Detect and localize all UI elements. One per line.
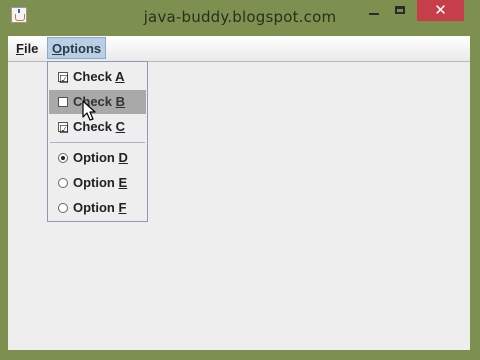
item-text: Check — [73, 69, 116, 84]
item-mnemonic: C — [115, 119, 126, 134]
minimize-button[interactable] — [360, 0, 388, 22]
checkbox-icon: ☑ — [58, 122, 69, 136]
menu-item-label: Option D — [73, 146, 128, 170]
item-mnemonic: B — [115, 94, 126, 109]
menu-file-mnemonic: F — [16, 41, 24, 56]
menu-file-label: ile — [23, 41, 39, 56]
close-icon: ✕ — [434, 1, 447, 19]
window-content: File Options ☑ Check A Check B ☑ Check C… — [8, 36, 470, 350]
item-mnemonic: A — [115, 69, 125, 84]
menu-options-mnemonic: O — [52, 41, 63, 56]
radio-selected-dot — [61, 156, 65, 160]
maximize-icon — [395, 6, 405, 14]
radio-icon — [58, 203, 68, 213]
menu-bar: File Options — [8, 36, 470, 62]
window-frame: java-buddy.blogspot.com ✕ File Options ☑… — [0, 0, 480, 360]
menu-options[interactable]: Options — [47, 37, 107, 59]
menu-item-label: Option E — [73, 171, 127, 195]
menu-item-label: Check A — [73, 65, 125, 89]
menu-item-label: Check B — [73, 90, 125, 114]
mouse-pointer-icon — [82, 100, 96, 121]
check-mark-icon: ☑ — [59, 73, 69, 86]
item-mnemonic: D — [118, 150, 128, 165]
maximize-button[interactable] — [388, 0, 414, 22]
menu-item-option-d[interactable]: Option D — [49, 146, 146, 170]
item-mnemonic: F — [118, 200, 127, 215]
item-mnemonic: E — [118, 175, 128, 190]
item-text: Option — [73, 200, 119, 215]
menu-item-check-a[interactable]: ☑ Check A — [49, 65, 146, 89]
radio-icon — [58, 153, 68, 163]
title-bar[interactable]: java-buddy.blogspot.com ✕ — [0, 0, 480, 34]
check-mark-icon: ☑ — [59, 123, 69, 136]
menu-item-option-f[interactable]: Option F — [49, 196, 146, 220]
close-button[interactable]: ✕ — [417, 0, 464, 21]
menu-item-label: Check C — [73, 115, 125, 139]
menu-options-label: ptions — [62, 41, 102, 56]
menu-item-label: Option F — [73, 196, 126, 220]
menu-item-option-e[interactable]: Option E — [49, 171, 146, 195]
radio-icon — [58, 178, 68, 188]
checkbox-icon — [58, 97, 68, 107]
menu-separator — [50, 142, 145, 143]
minimize-icon — [369, 13, 379, 15]
menu-file[interactable]: File — [12, 38, 42, 59]
item-text: Option — [73, 150, 119, 165]
checkbox-icon: ☑ — [58, 72, 69, 86]
item-text: Option — [73, 175, 119, 190]
options-popup-menu: ☑ Check A Check B ☑ Check C Option D Opt… — [47, 61, 148, 222]
